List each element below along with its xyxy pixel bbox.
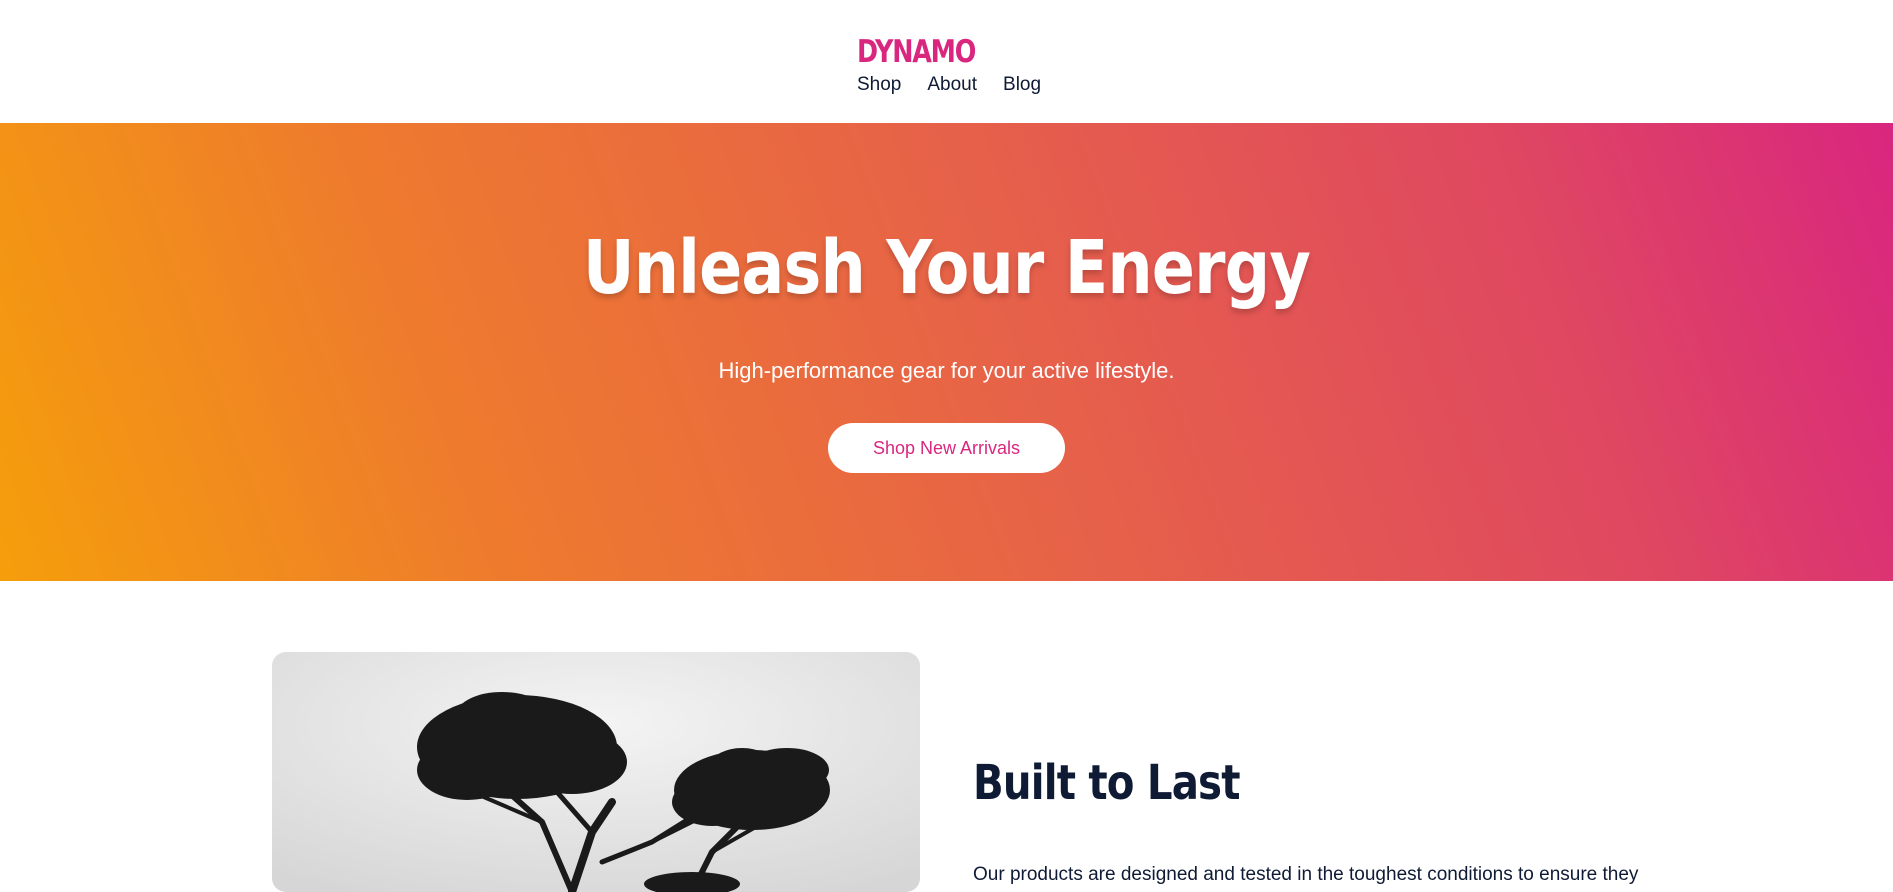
- hero-subtitle: High-performance gear for your active li…: [718, 358, 1175, 383]
- nav-link-shop[interactable]: Shop: [857, 72, 901, 98]
- main-nav: Shop About Blog: [857, 72, 1157, 98]
- brand-and-nav: DYNAMO Shop About Blog: [857, 32, 1157, 98]
- nav-link-blog[interactable]: Blog: [1003, 72, 1041, 98]
- feature-title: Built to Last: [973, 755, 1241, 811]
- hero-title: Unleash Your Energy: [582, 225, 1311, 311]
- logo[interactable]: DYNAMO: [857, 32, 1103, 72]
- feature-text: Our products are designed and tested in …: [973, 864, 1639, 885]
- site-header: DYNAMO Shop About Blog: [0, 0, 1893, 123]
- shop-new-arrivals-button[interactable]: Shop New Arrivals: [828, 423, 1065, 473]
- hero-section: Unleash Your Energy High-performance gea…: [0, 123, 1893, 581]
- nav-link-about[interactable]: About: [927, 72, 977, 98]
- tree-silhouette-image: [272, 652, 920, 892]
- feature-section: Built to Last Our products are designed …: [0, 581, 1893, 892]
